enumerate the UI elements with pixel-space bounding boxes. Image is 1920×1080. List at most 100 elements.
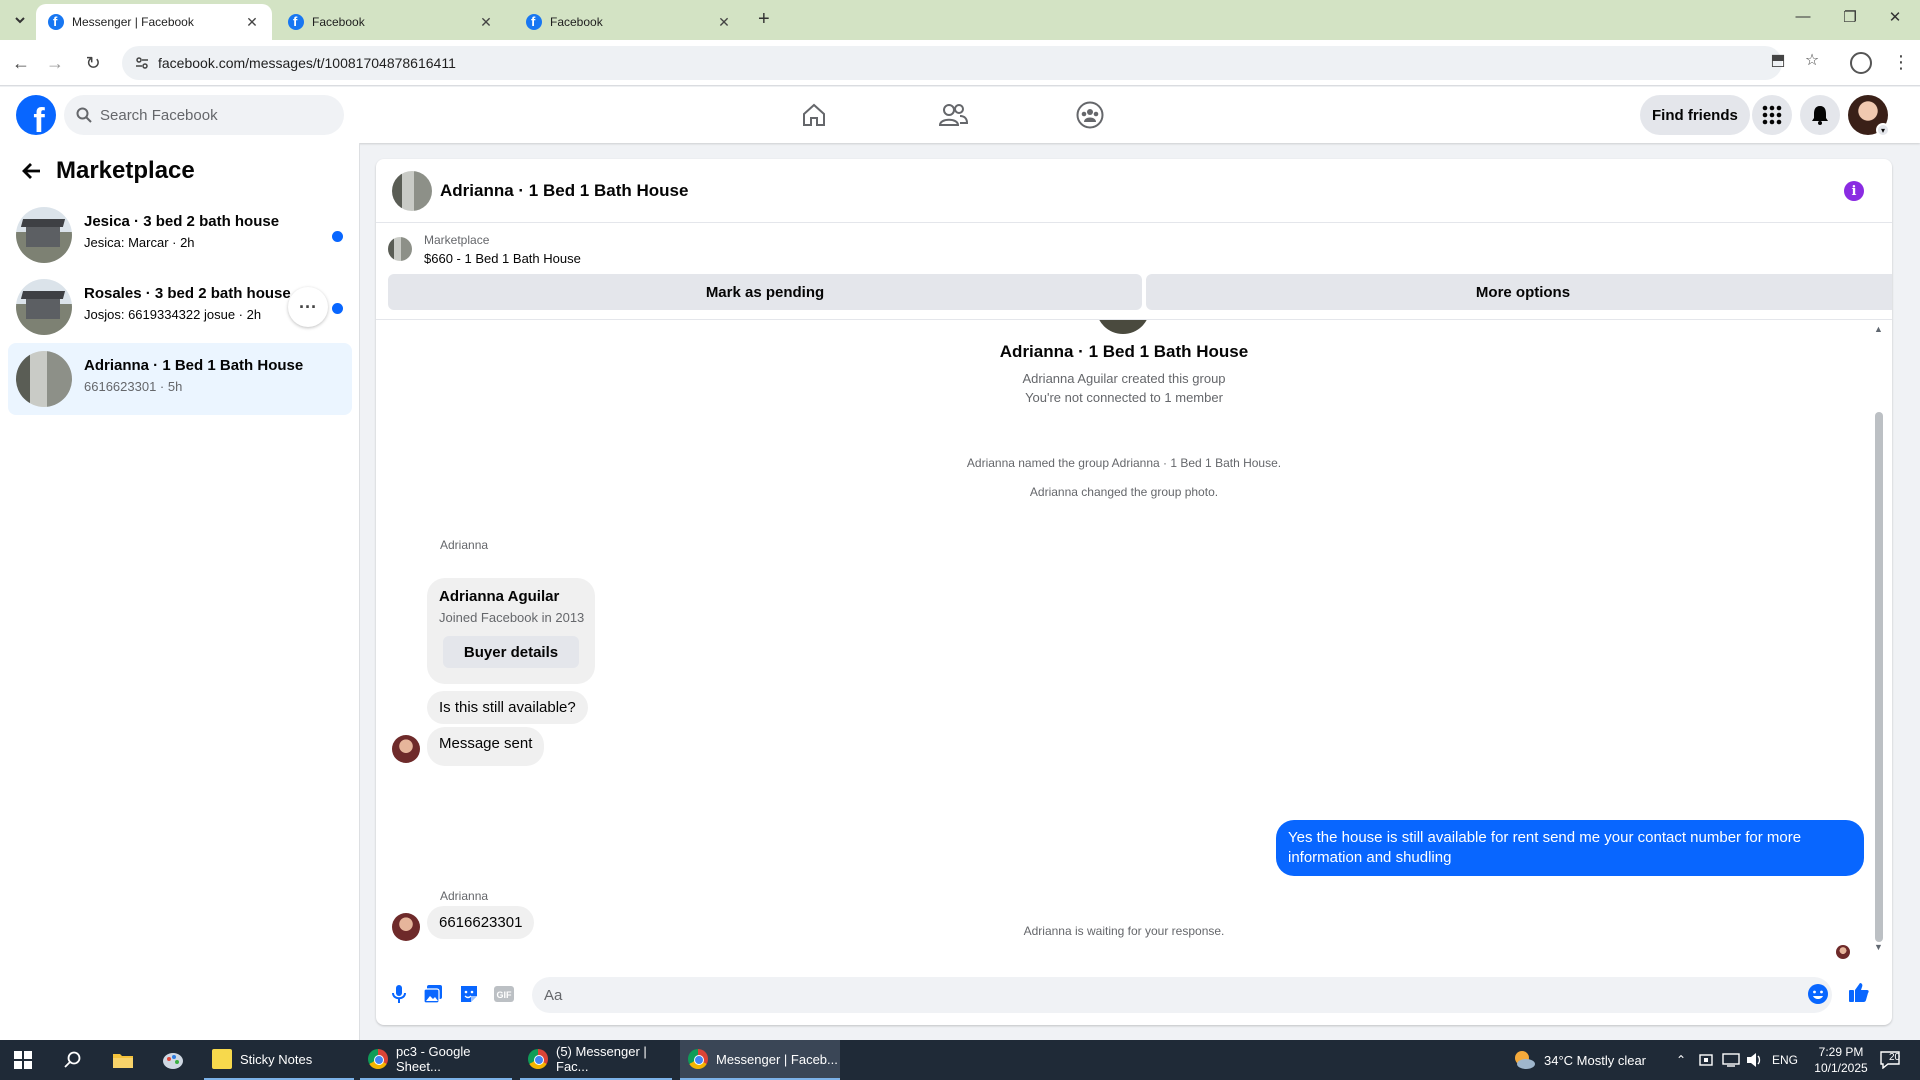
- tab-facebook-1[interactable]: Facebook ✕: [276, 4, 506, 40]
- browser-tab-bar: Messenger | Facebook ✕ Facebook ✕ Facebo…: [0, 0, 1920, 40]
- new-tab-icon[interactable]: +: [758, 8, 770, 31]
- account-chevron-down-icon[interactable]: ▾: [1876, 123, 1890, 137]
- taskbar-label: Sticky Notes: [240, 1051, 313, 1067]
- show-hidden-icons-chevron-icon[interactable]: ⌃: [1676, 1040, 1686, 1080]
- taskbar-messenger-1[interactable]: (5) Messenger | Fac...: [520, 1040, 672, 1080]
- browser-profile-icon[interactable]: [1850, 52, 1872, 74]
- find-friends-button[interactable]: Find friends: [1640, 95, 1750, 135]
- taskbar-label: (5) Messenger | Fac...: [556, 1044, 647, 1074]
- site-settings-icon[interactable]: [134, 55, 150, 71]
- conversation-item-jesica[interactable]: Jesica · 3 bed 2 bath house Jesica: Marc…: [8, 199, 352, 271]
- sender-avatar[interactable]: [392, 735, 420, 763]
- close-tab-icon[interactable]: ✕: [478, 14, 494, 31]
- connection-note: You're not connected to 1 member: [1025, 390, 1223, 405]
- tab-title: Facebook: [550, 15, 603, 29]
- mark-as-pending-button[interactable]: Mark as pending: [388, 274, 1142, 310]
- tab-messenger[interactable]: Messenger | Facebook ✕: [36, 4, 272, 40]
- facebook-search-input[interactable]: Search Facebook: [64, 95, 344, 135]
- info-icon[interactable]: i: [1844, 181, 1864, 201]
- more-options-button[interactable]: More options: [1146, 274, 1892, 310]
- browser-menu-icon[interactable]: ⋮: [1892, 52, 1910, 73]
- clock-date: 10/1/2025: [1814, 1061, 1868, 1075]
- sticky-notes-icon: [212, 1049, 232, 1069]
- menu-grid-icon[interactable]: [1752, 95, 1792, 135]
- outgoing-message[interactable]: Yes the house is still available for ren…: [1276, 820, 1864, 876]
- conversation-item-adrianna[interactable]: Adrianna · 1 Bed 1 Bath House 6616623301…: [8, 343, 352, 415]
- sticker-icon[interactable]: [458, 983, 480, 1005]
- facebook-favicon-icon: [48, 14, 64, 30]
- network-icon[interactable]: [1722, 1040, 1740, 1080]
- meet-now-icon[interactable]: [1698, 1040, 1714, 1080]
- buyer-details-button[interactable]: Buyer details: [443, 636, 579, 668]
- restore-icon[interactable]: ❐: [1835, 8, 1865, 26]
- scroll-thumb[interactable]: [1875, 412, 1883, 942]
- search-icon[interactable]: [56, 1040, 96, 1080]
- photo-icon[interactable]: [422, 983, 444, 1005]
- address-bar[interactable]: facebook.com/messages/t/1008170487861641…: [122, 46, 1782, 80]
- search-placeholder: Search Facebook: [100, 106, 218, 124]
- buyer-name: Adrianna Aguilar: [439, 588, 560, 605]
- close-window-icon[interactable]: ✕: [1880, 8, 1910, 26]
- tab-search-button[interactable]: [8, 8, 32, 32]
- incoming-message[interactable]: 6616623301: [427, 906, 535, 939]
- incoming-message[interactable]: Message sent: [427, 727, 545, 766]
- incoming-message[interactable]: Is this still available?: [427, 691, 588, 724]
- tab-title: Facebook: [312, 15, 365, 29]
- waiting-note-text: Adrianna is waiting for your response.: [1023, 924, 1225, 938]
- notifications-bell-icon[interactable]: [1800, 95, 1840, 135]
- group-intro-title: Adrianna · 1 Bed 1 Bath House: [999, 342, 1249, 361]
- tab-facebook-2[interactable]: Facebook ✕: [514, 4, 744, 40]
- start-windows-icon[interactable]: [6, 1040, 46, 1080]
- input-language[interactable]: ENG: [1772, 1040, 1798, 1080]
- reload-icon[interactable]: ↻: [80, 50, 106, 76]
- listing-thumbnail: [16, 207, 72, 263]
- file-explorer-icon[interactable]: [104, 1040, 144, 1080]
- listing-price-title: $660 - 1 Bed 1 Bath House: [424, 251, 581, 266]
- message-input[interactable]: Aa: [532, 977, 1832, 1013]
- taskbar-label: pc3 - Google Sheet...: [396, 1044, 471, 1074]
- unread-dot-icon: [332, 303, 343, 314]
- emoji-icon[interactable]: [1807, 983, 1829, 1005]
- minimize-icon[interactable]: —: [1788, 8, 1818, 25]
- scroll-up-icon[interactable]: ▲: [1874, 324, 1883, 334]
- listing-thumbnail: [16, 351, 72, 407]
- back-arrow-icon[interactable]: [20, 159, 44, 183]
- marketplace-inbox-sidebar: Marketplace Jesica · 3 bed 2 bath house …: [0, 143, 360, 1040]
- volume-icon[interactable]: [1746, 1040, 1764, 1080]
- taskbar-sticky-notes[interactable]: Sticky Notes: [204, 1040, 354, 1080]
- back-icon[interactable]: ←: [8, 50, 34, 76]
- chat-header: Adrianna · 1 Bed 1 Bath House i: [376, 159, 1892, 223]
- gif-icon[interactable]: GIF: [493, 983, 515, 1005]
- home-icon[interactable]: [796, 97, 832, 133]
- bookmark-star-icon[interactable]: ☆: [1800, 50, 1824, 70]
- scrollbar[interactable]: ▲ ▼: [1872, 320, 1886, 956]
- microphone-icon[interactable]: [388, 983, 410, 1005]
- conversation-item-rosales[interactable]: Rosales · 3 bed 2 bath house Josjos: 661…: [8, 271, 352, 343]
- conversation-title: Adrianna · 1 Bed 1 Bath House: [84, 357, 304, 374]
- forward-icon[interactable]: →: [42, 50, 68, 76]
- scroll-down-icon[interactable]: ▼: [1874, 942, 1883, 952]
- facebook-favicon-icon: [526, 14, 542, 30]
- chat-title[interactable]: Adrianna · 1 Bed 1 Bath House: [440, 181, 688, 201]
- paint-app-icon[interactable]: [154, 1040, 194, 1080]
- weather-moon-cloud-icon: [1515, 1051, 1535, 1069]
- facebook-logo-icon[interactable]: f: [16, 95, 56, 135]
- chat-panel: Adrianna · 1 Bed 1 Bath House i Marketpl…: [376, 159, 1892, 1025]
- install-app-icon[interactable]: ⬒: [1766, 50, 1790, 70]
- group-avatar: [1096, 320, 1150, 334]
- friends-icon[interactable]: [935, 97, 971, 133]
- search-icon: [76, 107, 92, 123]
- groups-icon[interactable]: [1072, 97, 1108, 133]
- clock[interactable]: 7:29 PM 10/1/2025: [1806, 1040, 1876, 1080]
- tab-title: Messenger | Facebook: [72, 15, 194, 29]
- close-tab-icon[interactable]: ✕: [716, 14, 732, 31]
- taskbar-messenger-2[interactable]: Messenger | Faceb...: [680, 1040, 840, 1080]
- thumbs-up-like-icon[interactable]: [1848, 981, 1870, 1003]
- close-tab-icon[interactable]: ✕: [244, 14, 260, 31]
- chat-avatar[interactable]: [392, 171, 432, 211]
- notification-center[interactable]: 20: [1880, 1040, 1900, 1080]
- sender-avatar[interactable]: [392, 913, 420, 941]
- weather-widget[interactable]: 34°C Mostly clear: [1512, 1040, 1646, 1080]
- more-options-icon[interactable]: ···: [288, 287, 328, 327]
- taskbar-google-sheets[interactable]: pc3 - Google Sheet...: [360, 1040, 512, 1080]
